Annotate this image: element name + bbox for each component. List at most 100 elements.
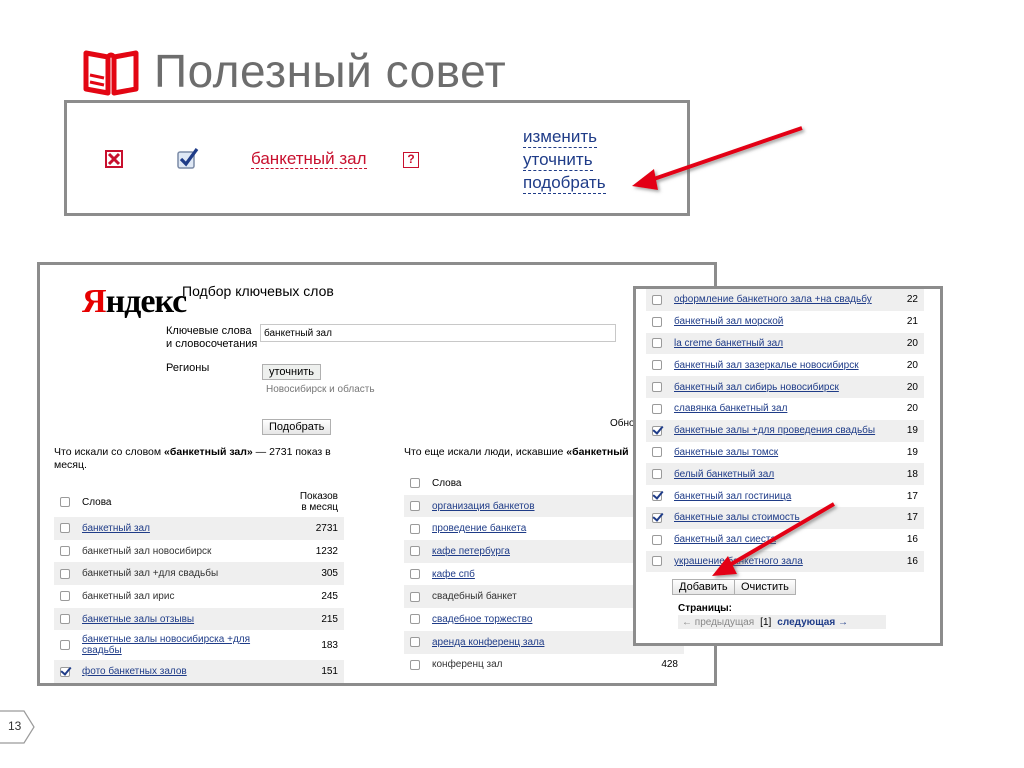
keyword-text[interactable]: оформление банкетного зала +на свадьбу <box>674 294 872 305</box>
shows-count: 17 <box>906 490 918 502</box>
region-refine-button[interactable]: уточнить <box>262 364 322 380</box>
table-row: банкетные залы стоимость 17 <box>646 506 924 529</box>
shows-count: 16 <box>906 534 918 546</box>
table-row: конференц зал 428 <box>404 654 684 677</box>
keyword-text[interactable]: банкетные залы новосибирска +для свадьбы <box>82 634 250 656</box>
row-checkbox[interactable] <box>410 614 420 625</box>
refine-link[interactable]: уточнить <box>523 150 593 171</box>
shows-count: 215 <box>321 613 338 625</box>
keyword-text[interactable]: банкетный зал сиеста <box>674 534 776 545</box>
table-row: украшение банкетного зала 16 <box>646 550 924 573</box>
table-row: банкетные залы новосибирска +для свадьбы… <box>54 630 344 660</box>
row-checkbox[interactable] <box>410 546 420 557</box>
pages-label: Страницы: <box>678 603 732 614</box>
shows-count: 22 <box>906 294 918 306</box>
row-checkbox[interactable] <box>652 294 662 305</box>
slide-title: Полезный совет <box>154 45 507 97</box>
row-checkbox[interactable] <box>60 523 70 534</box>
keyword-text[interactable]: славянка банкетный зал <box>674 403 787 414</box>
shows-count: 16 <box>906 555 918 567</box>
keywords-input[interactable] <box>260 324 616 342</box>
row-checkbox[interactable] <box>60 640 70 651</box>
pick-button[interactable]: Подобрать <box>262 419 332 435</box>
keyword-text[interactable]: банкетный зал гостиница <box>674 491 791 502</box>
table-row: la creme банкетный зал 20 <box>646 332 924 355</box>
truncated-text: Обно <box>610 418 635 429</box>
row-checkbox[interactable] <box>410 500 420 511</box>
row-checkbox[interactable] <box>60 666 70 677</box>
keyword-text[interactable]: аренда конференц зала <box>432 637 544 648</box>
select-all-checkbox[interactable] <box>410 478 420 489</box>
prev-page-link[interactable]: ← предыдущая <box>682 617 754 628</box>
keyword-text[interactable]: белый банкетный зал <box>674 469 774 480</box>
shows-count: 17 <box>906 512 918 524</box>
table-row: банкетный зал морской 21 <box>646 311 924 333</box>
select-all-checkbox[interactable] <box>60 496 70 507</box>
keyword-text[interactable]: проведение банкета <box>432 523 526 534</box>
shows-count: 20 <box>906 359 918 371</box>
shows-count: 2731 <box>315 522 338 534</box>
row-checkbox[interactable] <box>652 381 662 392</box>
keyword-text[interactable]: банкетный зал морской <box>674 316 783 327</box>
slide-number: 13 <box>8 719 22 733</box>
shows-count: 18 <box>906 468 918 480</box>
next-page-link[interactable]: следующая → <box>777 617 848 628</box>
row-checkbox[interactable] <box>60 545 70 556</box>
keyword-text[interactable]: банкетные залы томск <box>674 447 778 458</box>
checked-checkbox-icon[interactable] <box>177 147 199 169</box>
keyword-text[interactable]: кафе спб <box>432 569 475 580</box>
table-row: банкетные залы томск 19 <box>646 442 924 464</box>
shows-count: 20 <box>906 403 918 415</box>
keyword-text[interactable]: банкетные залы +для проведения свадьбы <box>674 425 875 436</box>
slide-title-row: Полезный совет <box>82 44 506 98</box>
keyword-text[interactable]: la creme банкетный зал <box>674 338 783 349</box>
keyword-text[interactable]: банкетный зал <box>82 523 150 534</box>
keyword-row-box: банкетный зал ? изменить уточнить подобр… <box>64 100 690 216</box>
row-checkbox[interactable] <box>652 556 662 567</box>
row-checkbox[interactable] <box>652 534 662 545</box>
keyword-text[interactable]: организация банкетов <box>432 501 535 512</box>
table-row: славянка банкетный зал 20 <box>646 398 924 420</box>
shows-count: 1232 <box>315 545 338 557</box>
row-checkbox[interactable] <box>410 523 420 534</box>
clear-button[interactable]: Очистить <box>734 579 796 595</box>
keyword-text[interactable]: украшение банкетного зала <box>674 556 803 567</box>
row-checkbox[interactable] <box>410 568 420 579</box>
keyword-link[interactable]: банкетный зал <box>251 149 367 169</box>
row-checkbox[interactable] <box>652 403 662 414</box>
shows-count: 19 <box>906 425 918 437</box>
shows-count: 428 <box>661 659 678 671</box>
row-checkbox[interactable] <box>410 591 420 602</box>
keyword-text[interactable]: банкетный зал сибирь новосибирск <box>674 382 839 393</box>
pick-link[interactable]: подобрать <box>523 173 606 194</box>
row-checkbox[interactable] <box>60 568 70 579</box>
keyword-text[interactable]: кафе петербурга <box>432 546 510 557</box>
row-checkbox[interactable] <box>652 360 662 371</box>
column-words: Слова <box>432 477 462 489</box>
row-checkbox[interactable] <box>652 469 662 480</box>
table-row: банкетный зал зазеркалье новосибирск 20 <box>646 354 924 376</box>
delete-icon[interactable] <box>105 150 123 168</box>
keyword-text[interactable]: банкетный зал зазеркалье новосибирск <box>674 360 859 371</box>
row-checkbox[interactable] <box>652 512 662 523</box>
keyword-text[interactable]: банкетные залы отзывы <box>82 614 194 625</box>
row-checkbox[interactable] <box>410 659 420 670</box>
shows-count: 19 <box>906 446 918 458</box>
row-checkbox[interactable] <box>652 338 662 349</box>
add-button[interactable]: Добавить <box>672 579 735 595</box>
row-checkbox[interactable] <box>652 490 662 501</box>
row-checkbox[interactable] <box>60 613 70 624</box>
table-row: банкетные залы +для проведения свадьбы 19 <box>646 419 924 442</box>
keyword-text[interactable]: свадебное торжество <box>432 614 532 625</box>
keyword-text: конференц зал <box>432 659 503 671</box>
row-checkbox[interactable] <box>410 637 420 648</box>
change-link[interactable]: изменить <box>523 127 597 148</box>
help-icon[interactable]: ? <box>403 152 419 168</box>
row-checkbox[interactable] <box>652 425 662 436</box>
row-checkbox[interactable] <box>652 316 662 327</box>
keyword-text[interactable]: банкетные залы стоимость <box>674 512 800 523</box>
shows-count: 151 <box>321 666 338 678</box>
row-checkbox[interactable] <box>652 447 662 458</box>
row-checkbox[interactable] <box>60 591 70 602</box>
keyword-text[interactable]: фото банкетных залов <box>82 666 187 677</box>
